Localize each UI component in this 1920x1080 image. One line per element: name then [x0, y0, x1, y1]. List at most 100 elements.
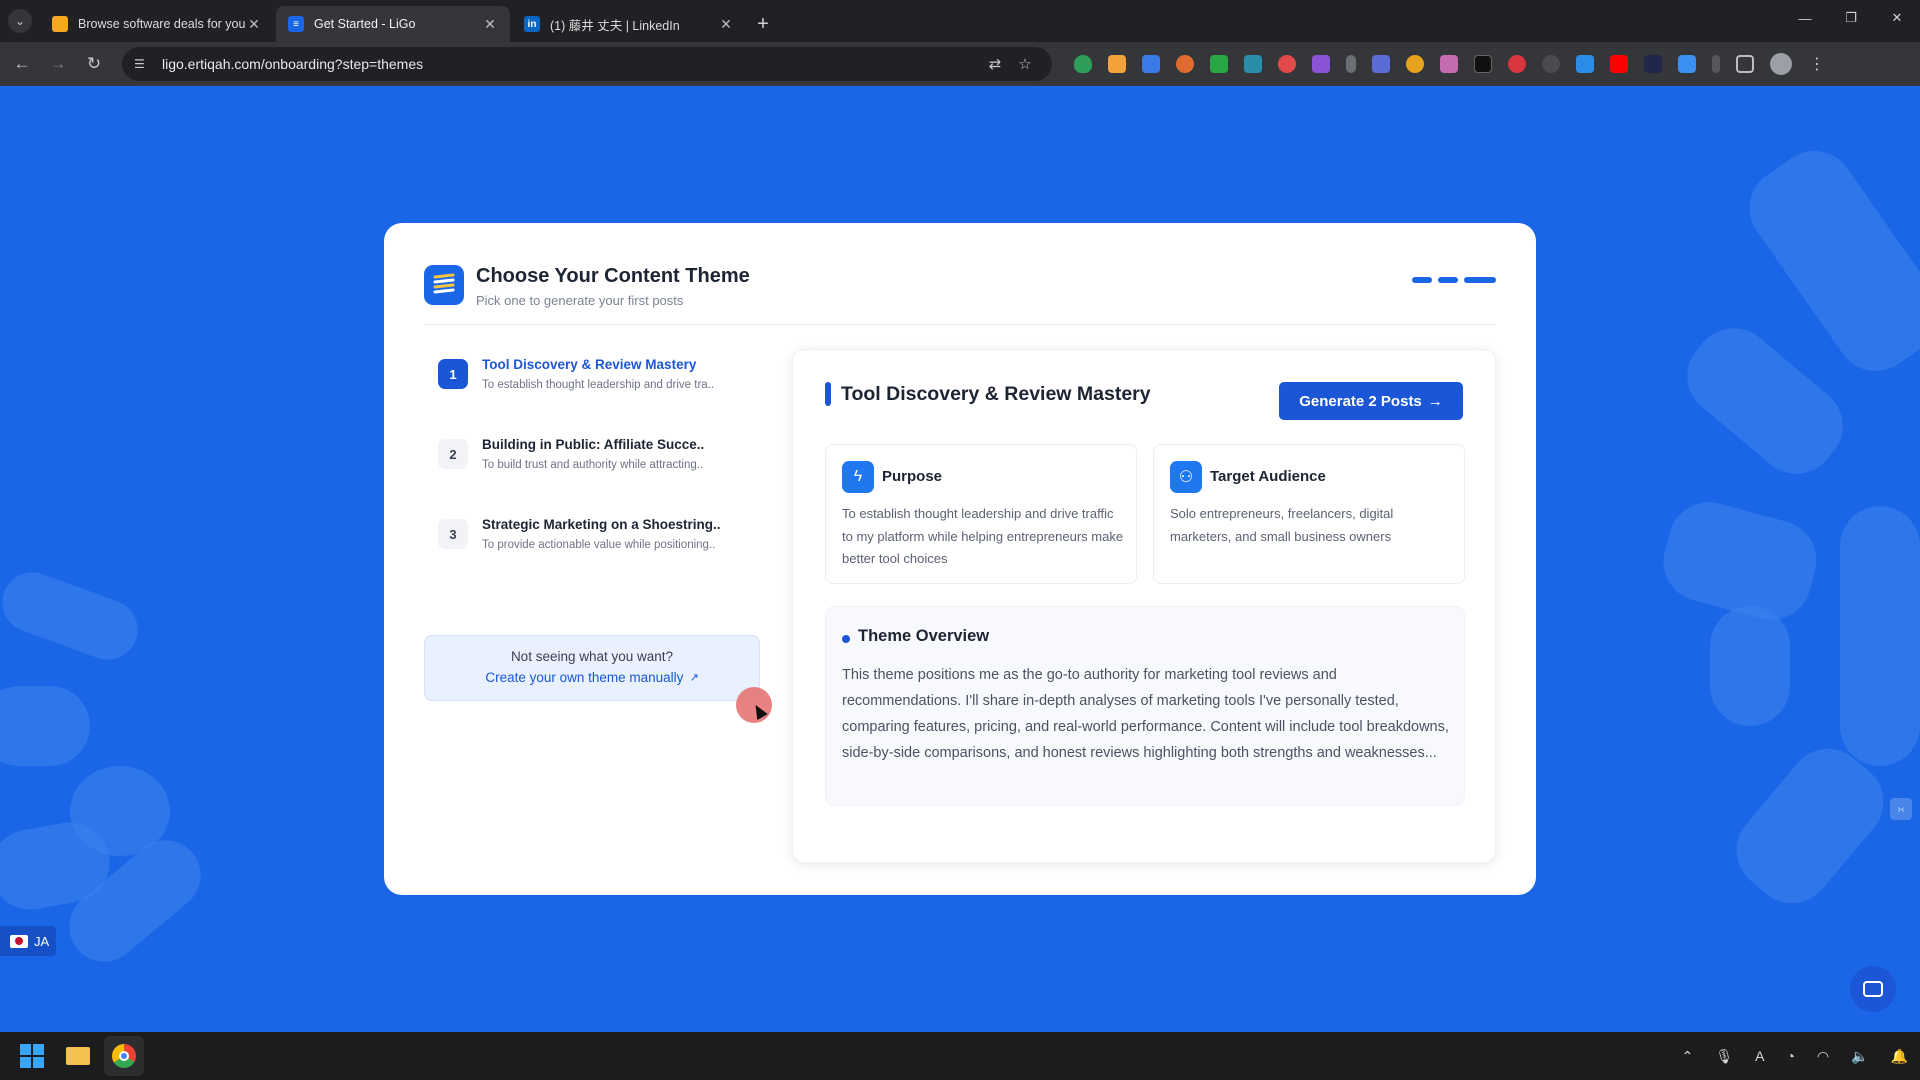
arrow-right-icon: → — [1427, 392, 1443, 410]
extension-icon[interactable] — [1406, 55, 1424, 73]
page-subtitle: Pick one to generate your first posts — [476, 293, 684, 308]
language-code: JA — [34, 933, 50, 949]
browser-tab-active[interactable]: ≡ Get Started - LiGo ✕ — [276, 6, 510, 42]
translate-icon[interactable]: ⇄ — [980, 55, 1010, 73]
theme-title: Building in Public: Affiliate Succe.. — [482, 437, 705, 452]
theme-description: To provide actionable value while positi… — [482, 539, 716, 551]
microphone-icon[interactable]: 🎙 — [1715, 1048, 1733, 1065]
language-switcher[interactable]: JA — [0, 926, 56, 956]
file-explorer-icon[interactable] — [58, 1036, 98, 1076]
step-dot — [1438, 277, 1458, 283]
target-audience-text: Solo entrepreneurs, freelancers, digital… — [1170, 506, 1394, 544]
background-shape — [1710, 606, 1790, 726]
extension-icon[interactable] — [1278, 55, 1296, 73]
microphone-icon[interactable] — [1346, 55, 1356, 73]
new-tab-button[interactable]: + — [748, 6, 778, 42]
detail-title: Tool Discovery & Review Mastery — [841, 383, 1151, 405]
extension-icon[interactable] — [1312, 55, 1330, 73]
extension-icon[interactable] — [1244, 55, 1262, 73]
japan-flag-icon — [10, 934, 28, 948]
ime-icon[interactable]: A — [1755, 1048, 1764, 1064]
extensions-area — [1066, 55, 1762, 73]
create-custom-theme-link[interactable]: Create your own theme manually ↗ — [485, 670, 698, 685]
reload-icon[interactable]: ↻ — [76, 46, 112, 82]
extension-icon[interactable] — [1576, 55, 1594, 73]
browser-tab-bar: ⌄ Browse software deals for your ✕ ≡ Get… — [0, 0, 1920, 42]
extension-icon[interactable] — [1176, 55, 1194, 73]
os-taskbar: ⌃ 🎙 A ◔ ◠ 🔈 🔔 — [0, 1032, 1920, 1080]
theme-item[interactable]: 2 Building in Public: Affiliate Succe.. … — [424, 431, 760, 511]
extension-icon[interactable] — [1508, 55, 1526, 73]
windows-start-icon[interactable] — [12, 1036, 52, 1076]
window-controls: — ❐ ✕ — [1782, 0, 1920, 36]
ligo-favicon-icon: ≡ — [288, 16, 304, 32]
theme-number: 2 — [438, 439, 468, 469]
forward-icon[interactable]: → — [40, 46, 76, 82]
more-menu-icon[interactable]: ⋮ — [1804, 54, 1830, 74]
theme-title: Tool Discovery & Review Mastery — [482, 357, 697, 372]
generate-posts-button[interactable]: Generate 2 Posts → — [1279, 382, 1463, 420]
target-audience-card: ⚇ Target Audience Solo entrepreneurs, fr… — [1153, 444, 1465, 584]
notification-bell-icon[interactable]: 🔔 — [1891, 1048, 1908, 1065]
restore-icon[interactable]: ❐ — [1828, 0, 1874, 36]
puzzle-icon[interactable] — [1736, 55, 1754, 73]
browser-tab[interactable]: in (1) 藤井 丈夫 | LinkedIn ✕ — [512, 6, 746, 42]
youtube-icon[interactable] — [1610, 55, 1628, 73]
step-dot — [1412, 277, 1432, 283]
extension-icon[interactable] — [1474, 55, 1492, 73]
close-icon[interactable]: ✕ — [718, 16, 734, 33]
url-text[interactable]: ligo.ertiqah.com/onboarding?step=themes — [162, 56, 980, 72]
extension-icon[interactable] — [1678, 55, 1696, 73]
theme-item[interactable]: 3 Strategic Marketing on a Shoestring.. … — [424, 511, 760, 591]
tab-search-button[interactable]: ⌄ — [0, 0, 40, 42]
appsumo-favicon-icon — [52, 16, 68, 32]
extension-icon[interactable] — [1142, 55, 1160, 73]
extension-icon[interactable] — [1210, 55, 1228, 73]
theme-overview-title: Theme Overview — [858, 627, 990, 645]
volume-icon[interactable]: 🔈 — [1851, 1048, 1868, 1065]
close-icon[interactable]: ✕ — [482, 16, 498, 33]
side-panel-handle-icon[interactable]: ›‹ — [1890, 798, 1912, 820]
extension-icon[interactable] — [1440, 55, 1458, 73]
chrome-taskbar-icon[interactable] — [104, 1036, 144, 1076]
background-shape — [0, 563, 147, 669]
address-bar[interactable]: ☰ ligo.ertiqah.com/onboarding?step=theme… — [122, 47, 1052, 81]
theme-item[interactable]: 1 Tool Discovery & Review Mastery To est… — [424, 351, 760, 431]
extension-icon[interactable] — [1542, 55, 1560, 73]
theme-title: Strategic Marketing on a Shoestring.. — [482, 517, 721, 532]
theme-overview-text: This theme positions me as the go-to aut… — [842, 667, 1449, 761]
wifi-icon[interactable]: ◠ — [1817, 1048, 1829, 1065]
lightning-icon: ϟ — [842, 461, 874, 493]
profile-avatar[interactable] — [1770, 53, 1792, 75]
minimize-icon[interactable]: — — [1782, 0, 1828, 36]
theme-overview: Theme Overview This theme positions me a… — [825, 606, 1465, 806]
theme-number: 1 — [438, 359, 468, 389]
extension-icon[interactable] — [1372, 55, 1390, 73]
background-shape — [0, 686, 90, 766]
chat-support-button[interactable] — [1850, 966, 1896, 1012]
page-title: Choose Your Content Theme — [476, 265, 750, 287]
clock-status-icon[interactable]: ◔ — [1786, 1048, 1794, 1064]
close-icon[interactable]: ✕ — [246, 16, 262, 33]
purpose-card: ϟ Purpose To establish thought leadershi… — [825, 444, 1137, 584]
extension-icon[interactable] — [1108, 55, 1126, 73]
theme-description: To build trust and authority while attra… — [482, 459, 704, 471]
theme-list: 1 Tool Discovery & Review Mastery To est… — [424, 351, 760, 591]
back-icon[interactable]: ← — [4, 46, 40, 82]
onboarding-card: Choose Your Content Theme Pick one to ge… — [384, 223, 1536, 895]
browser-tab[interactable]: Browse software deals for your ✕ — [40, 6, 274, 42]
extension-icon[interactable] — [1644, 55, 1662, 73]
background-shape — [1670, 311, 1860, 491]
title-accent-bar — [825, 382, 831, 406]
system-tray: ⌃ 🎙 A ◔ ◠ 🔈 🔔 — [1660, 1032, 1908, 1080]
site-info-icon[interactable]: ☰ — [134, 57, 152, 71]
generate-posts-label: Generate 2 Posts — [1299, 392, 1422, 410]
extension-shield-icon[interactable] — [1074, 55, 1092, 73]
chevron-up-icon[interactable]: ⌃ — [1682, 1048, 1694, 1065]
people-icon: ⚇ — [1170, 461, 1202, 493]
close-window-icon[interactable]: ✕ — [1874, 0, 1920, 36]
bookmark-star-icon[interactable]: ☆ — [1010, 55, 1040, 73]
background-shape — [1840, 506, 1920, 766]
extension-icon[interactable] — [1712, 55, 1720, 73]
linkedin-favicon-icon: in — [524, 16, 540, 32]
